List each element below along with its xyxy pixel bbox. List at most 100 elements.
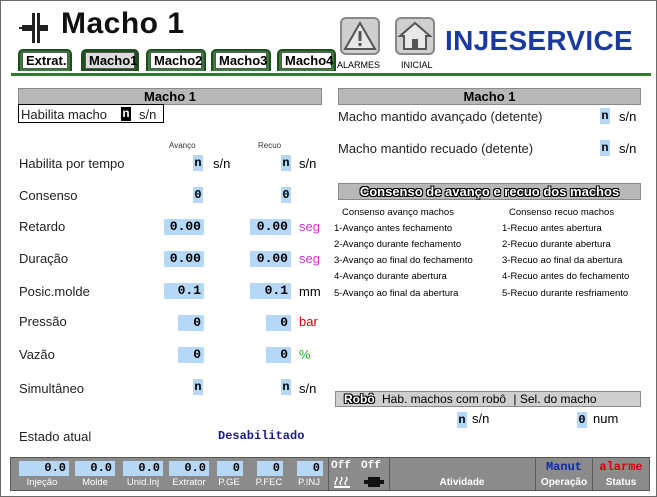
tab-macho1[interactable]: Macho1 [81,49,139,71]
p-inj-label: P.INJ [297,477,320,488]
consenso-avanco-item: 4-Avanço durante abertura [334,271,447,282]
consenso-recuo-title: Consenso recuo machos [509,207,615,218]
unid-inj-label: Unid.Inj [126,477,160,488]
status-separator [535,458,536,490]
right-section-title: Macho 1 [338,88,641,105]
robo-hab-label: Hab. machos com robô [382,392,507,406]
mantido-recuado-unit: s/n [619,141,637,156]
consenso-recuo-item: 4-Recuo antes do fechamento [502,271,630,282]
injecao-value: 0.0 [19,461,69,476]
duracao-recuo-input[interactable]: 0.00 [250,251,291,267]
robo-sel-label: | Sel. do macho [513,392,597,406]
habilita-macho-label: Habilita macho [21,107,107,122]
posic-molde-recuo-input[interactable]: 0.1 [250,283,291,299]
p-ge-label: P.GE [218,477,240,488]
alarmes-label: ALARMES [337,60,381,70]
simultaneo-recuo-input[interactable]: n [281,379,291,395]
tab-macho2[interactable]: Macho2 [146,49,206,71]
mantido-recuado-input[interactable]: n [600,140,610,156]
alarmes-button[interactable] [340,17,380,55]
vazao-recuo-input[interactable]: 0 [266,347,291,363]
inicial-label: INICIAL [401,60,433,70]
pressao-recuo-input[interactable]: 0 [266,315,291,331]
simultaneo-avanco-input[interactable]: n [193,379,203,395]
robo-sel-input[interactable]: 0 [577,412,587,428]
tab-macho4[interactable]: Macho4 [277,49,336,71]
consenso-section-title: Consenso de avanço e recuo dos machos [338,183,641,200]
left-section-title: Macho 1 [18,88,322,105]
header-divider [11,73,651,76]
robo-sel-unit: num [593,411,619,426]
vazao-label: Vazão [19,347,55,362]
consenso-avanco-item: 3-Avanço ao final do fechamento [334,255,473,266]
tab-label: Extrat. [22,52,68,69]
operacao-value: Manut [545,460,582,474]
retardo-recuo-input[interactable]: 0.00 [250,219,291,235]
robo-title: Robô [344,392,375,406]
status-separator [328,458,329,490]
posic-molde-unit: mm [299,284,321,299]
injecao-label: Injeção [26,477,58,488]
robo-hab-input[interactable]: n [457,412,467,428]
consenso-recuo-input[interactable]: 0 [281,187,291,203]
status-separator [389,458,390,490]
consenso-avanco-input[interactable]: 0 [193,187,203,203]
molde-value: 0.0 [75,461,115,476]
p-ge-value: 0 [217,461,243,476]
habilita-tempo-recuo-input[interactable]: n [281,155,291,171]
pressao-avanco-input[interactable]: 0 [178,315,204,331]
habilita-tempo-avanco-input[interactable]: n [193,155,203,171]
motor-off-status: Off [361,460,381,472]
tab-label: Macho4 [281,52,333,69]
posic-molde-avanco-input[interactable]: 0.1 [164,283,204,299]
consenso-avanco-item: 1-Avanço antes fechamento [334,223,453,234]
mantido-avancado-input[interactable]: n [600,108,610,124]
tab-macho3[interactable]: Macho3 [211,49,271,71]
tab-label: Macho3 [215,52,267,69]
robo-hab-unit: s/n [472,411,490,426]
duracao-avanco-input[interactable]: 0.00 [164,251,204,267]
page-title: Macho 1 [61,7,185,40]
screen: Macho 1 Extrat. Macho1 Macho2 Macho3 Mac… [0,0,657,497]
motor-icon [364,477,384,487]
consenso-recuo-item: 1-Recuo antes abertura [502,223,602,234]
vazao-unit: % [299,347,311,362]
habilita-macho-input[interactable]: n [121,107,131,121]
molde-label: Molde [82,477,108,488]
retardo-avanco-input[interactable]: 0.00 [164,219,204,235]
tab-extrat[interactable]: Extrat. [18,49,72,71]
duracao-unit: seg [299,251,320,266]
mantido-recuado-label: Macho mantido recuado (detente) [338,141,534,156]
core-pull-icon [19,13,48,43]
pressao-unit: bar [299,314,318,329]
p-fec-value: 0 [257,461,283,476]
brand-logo: INJESERVICE [445,25,633,56]
heater-off-status: Off [331,460,351,472]
consenso-recuo-item: 2-Recuo durante abertura [502,239,611,250]
habilita-tempo-avanco-unit: s/n [213,156,231,171]
home-icon [397,21,433,50]
retardo-label: Retardo [19,219,66,234]
habilita-macho-unit: s/n [139,107,157,122]
mantido-avancado-label: Macho mantido avançado (detente) [338,109,543,124]
atividade-label: Atividade [439,477,485,488]
habilita-tempo-recuo-unit: s/n [299,156,317,171]
inicial-button[interactable] [395,17,435,55]
status-separator [592,458,593,490]
consenso-avanco-item: 2-Avanço durante fechamento [334,239,462,250]
consenso-label: Consenso [19,188,78,203]
tab-label: Macho1 [85,52,137,69]
simultaneo-label: Simultâneo [19,381,85,396]
warning-icon [343,20,377,50]
posic-molde-label: Posic.molde [19,284,90,299]
extrator-value: 0.0 [169,461,209,476]
duracao-label: Duração [19,251,69,266]
consenso-avanco-item: 5-Avanço ao final da abertura [334,288,459,299]
tab-label: Macho2 [150,52,202,69]
retardo-unit: seg [299,219,320,234]
col-avanco-header: Avanço [169,141,196,150]
estado-value: Desabilitado [218,429,305,443]
vazao-avanco-input[interactable]: 0 [178,347,204,363]
col-recuo-header: Recuo [258,141,282,150]
pressao-label: Pressão [19,314,67,329]
